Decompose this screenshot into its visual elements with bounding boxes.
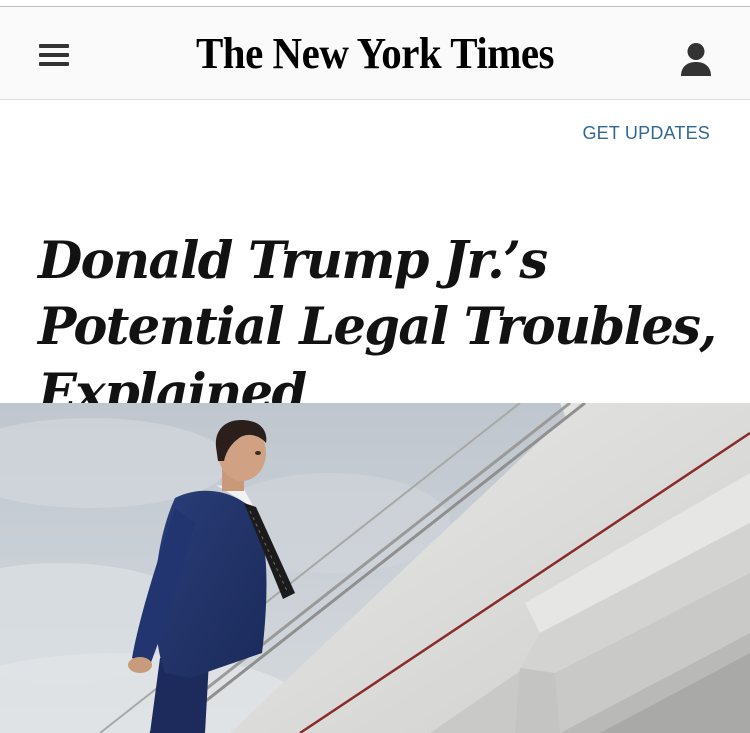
masthead: The New York Times bbox=[0, 7, 750, 100]
top-divider bbox=[0, 0, 750, 7]
menu-icon[interactable] bbox=[39, 44, 69, 66]
user-account-icon[interactable] bbox=[680, 42, 712, 78]
get-updates-link[interactable]: GET UPDATES bbox=[582, 123, 710, 144]
site-logo[interactable]: The New York Times bbox=[189, 23, 561, 83]
hero-image bbox=[0, 403, 750, 733]
article-headline: Donald Trump Jr.’s Potential Legal Troub… bbox=[38, 231, 717, 423]
